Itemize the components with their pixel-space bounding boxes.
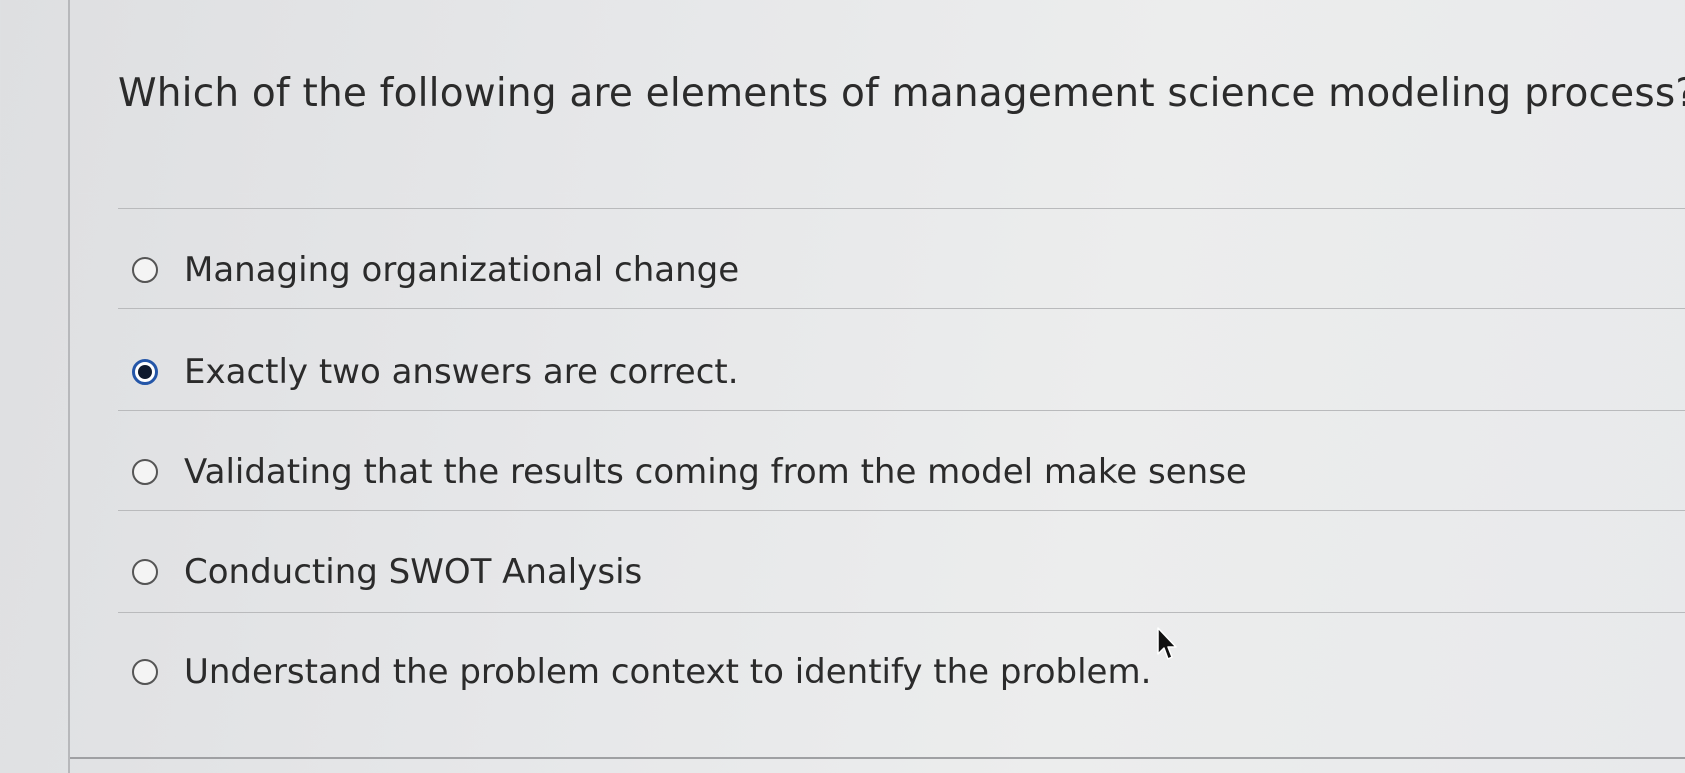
radio-button-selected[interactable] (132, 359, 158, 385)
divider (118, 510, 1685, 511)
answer-option-4[interactable]: Conducting SWOT Analysis (132, 552, 642, 592)
answer-label: Conducting SWOT Analysis (184, 552, 643, 592)
radio-button[interactable] (132, 257, 158, 283)
radio-button[interactable] (132, 659, 158, 685)
answer-label: Validating that the results coming from … (184, 452, 1247, 492)
divider (118, 208, 1685, 209)
radio-button[interactable] (132, 559, 158, 585)
mouse-pointer-icon (1157, 627, 1177, 660)
content-left-border (68, 0, 70, 773)
answer-option-5[interactable]: Understand the problem context to identi… (132, 652, 1151, 692)
question-text: Which of the following are elements of m… (118, 71, 1685, 116)
answer-label: Exactly two answers are correct. (184, 352, 739, 392)
answer-option-1[interactable]: Managing organizational change (132, 250, 739, 290)
answer-label: Understand the problem context to identi… (184, 652, 1152, 692)
answer-option-2[interactable]: Exactly two answers are correct. (132, 352, 739, 392)
divider (118, 612, 1685, 613)
divider (118, 410, 1685, 411)
radio-button[interactable] (132, 459, 158, 485)
divider (118, 308, 1685, 309)
content-bottom-border (70, 757, 1685, 759)
answer-label: Managing organizational change (184, 250, 740, 290)
answer-option-3[interactable]: Validating that the results coming from … (132, 452, 1247, 492)
